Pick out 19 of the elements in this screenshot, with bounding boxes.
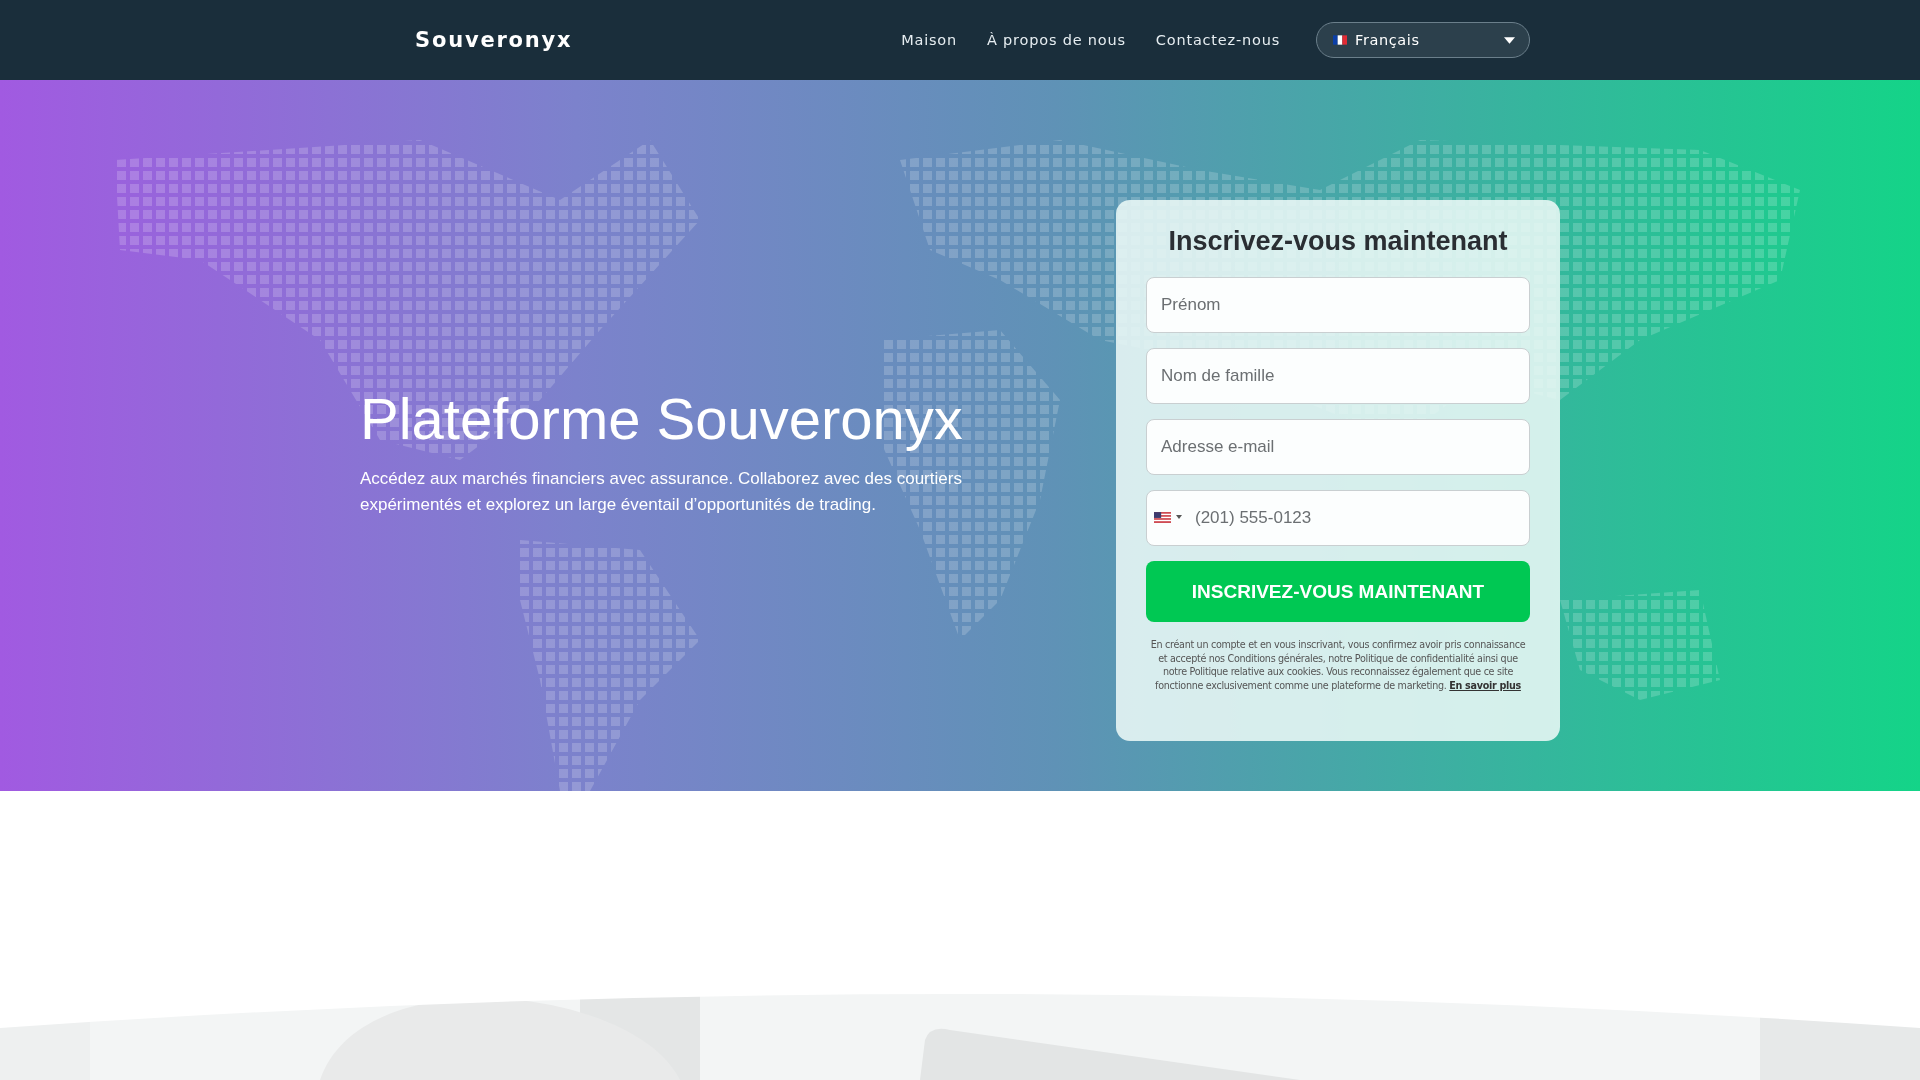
nav-link[interactable]: Contactez-nous xyxy=(1155,32,1280,48)
flag-icon xyxy=(1154,511,1171,523)
input-field[interactable]: Adresse e-mail xyxy=(1146,419,1530,475)
disclaimer-text: En créant un compte et en vous inscrivant, vous confirmez avoir pris connaissance et accepté nos Conditions générales, notre Politique de confidentialité ainsi que notre Politique relative aux cookies. Vous reconnaissez également que ce site fonctionne exclusivement comme une plateforme de marketing. En savoir plus xyxy=(1149,638,1527,692)
input-field[interactable]: Nom de famille xyxy=(1146,348,1530,404)
learn-more-link[interactable]: En savoir plus xyxy=(1449,679,1521,691)
phone-field[interactable]: (201) 555-0123 xyxy=(1146,490,1530,546)
hero-title: Plateforme Souveronyx xyxy=(360,385,964,452)
flag-icon xyxy=(1333,35,1347,45)
caret-icon xyxy=(1504,36,1515,44)
nav-link[interactable]: À propos de nous xyxy=(987,32,1126,48)
nav-link[interactable]: Maison xyxy=(901,32,957,48)
caret-icon xyxy=(1176,515,1182,519)
input-field[interactable]: Prénom xyxy=(1146,277,1530,333)
language-select[interactable]: Français xyxy=(1316,22,1530,58)
brand-logo[interactable]: Souveronyx xyxy=(415,28,573,52)
form-title: Inscrivez-vous maintenant xyxy=(1167,226,1509,257)
hero-text: Accédez aux marchés financiers avec assurance. Collaborez avec des courtiers expérimentés et explorez un large éventail d’opportunités de trading. xyxy=(360,468,963,516)
country-picker[interactable] xyxy=(1154,510,1182,524)
